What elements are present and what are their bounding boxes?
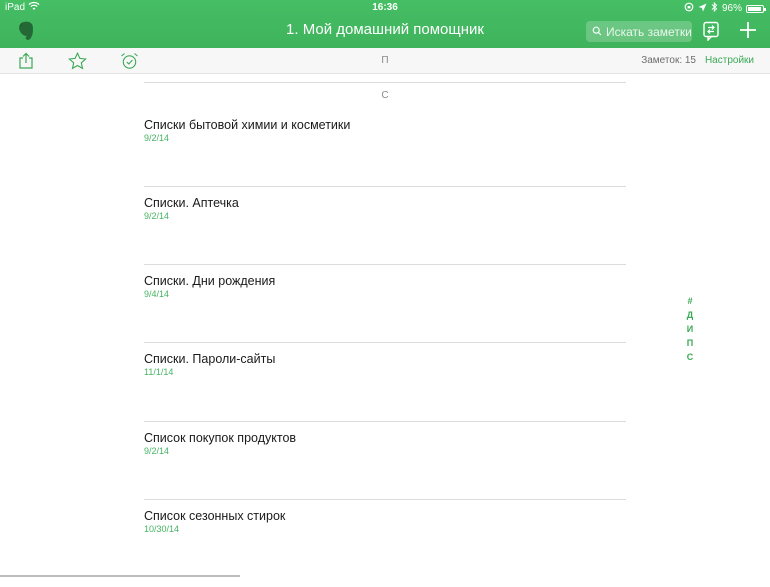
evernote-logo-icon[interactable] — [16, 20, 36, 47]
battery-percent: 96% — [721, 3, 742, 14]
separator — [144, 82, 626, 83]
nav-bar: 1. Мой домашний помощник — [0, 16, 770, 48]
note-date: 9/2/14 — [144, 446, 170, 456]
clock: 16:36 — [372, 2, 398, 13]
share-icon[interactable] — [17, 52, 35, 75]
note-item[interactable]: Списки. Дни рождения 9/4/14 — [144, 274, 626, 352]
separator — [144, 342, 626, 343]
index-letter[interactable]: # — [687, 294, 692, 308]
note-title: Список сезонных стирок — [144, 509, 286, 523]
star-icon[interactable] — [68, 51, 87, 75]
plus-icon[interactable] — [738, 20, 758, 45]
rotation-lock-icon — [684, 2, 694, 15]
note-date: 9/2/14 — [144, 211, 170, 221]
bluetooth-icon — [711, 1, 718, 15]
location-icon — [698, 3, 707, 15]
toolbar: П Заметок: 15 Настройки — [0, 48, 770, 74]
separator — [144, 421, 626, 422]
search-box[interactable] — [586, 21, 692, 42]
note-list: С Списки бытовой химии и косметики 9/2/1… — [0, 74, 770, 578]
search-icon — [592, 23, 602, 41]
note-date: 10/30/14 — [144, 524, 180, 534]
notebook-title: 1. Мой домашний помощник — [286, 21, 484, 38]
app-header: iPad 16:36 96% 1. Мой домашний помощник … — [0, 0, 770, 48]
index-letter[interactable]: И — [687, 322, 693, 336]
scroll-indicator — [0, 575, 240, 577]
note-title: Списки бытовой химии и косметики — [144, 118, 351, 132]
search-input[interactable] — [606, 24, 692, 39]
note-title: Списки. Дни рождения — [144, 274, 276, 288]
note-title: Список покупок продуктов — [144, 431, 297, 445]
battery-fill — [748, 6, 761, 11]
settings-button[interactable]: Настройки — [705, 55, 754, 66]
separator — [144, 186, 626, 187]
note-count: Заметок: 15 — [641, 55, 696, 66]
note-date: 11/1/14 — [144, 367, 174, 377]
section-header-p: П — [381, 55, 389, 66]
index-letter[interactable]: Д — [687, 308, 693, 322]
note-title: Списки. Пароли-сайты — [144, 352, 276, 366]
note-item[interactable]: Списки бытовой химии и косметики 9/2/14 — [144, 118, 626, 196]
sync-icon[interactable] — [702, 21, 720, 46]
index-letter[interactable]: П — [687, 336, 693, 350]
status-bar: iPad 16:36 96% — [0, 0, 770, 16]
status-right: 96% — [684, 1, 766, 15]
index-letter[interactable]: С — [687, 350, 694, 364]
alarm-icon[interactable] — [120, 52, 139, 75]
separator — [144, 264, 626, 265]
note-item[interactable]: Списки. Аптечка 9/2/14 — [144, 196, 626, 274]
separator — [144, 499, 626, 500]
battery-icon — [746, 4, 766, 13]
note-title: Списки. Аптечка — [144, 196, 239, 210]
note-date: 9/2/14 — [144, 133, 170, 143]
alphabet-index[interactable]: # Д И П С — [683, 294, 697, 364]
note-item[interactable]: Списки. Пароли-сайты 11/1/14 — [144, 352, 626, 430]
section-header-c: С — [381, 90, 389, 101]
note-item[interactable]: Список покупок продуктов 9/2/14 — [144, 431, 626, 509]
note-date: 9/4/14 — [144, 289, 170, 299]
